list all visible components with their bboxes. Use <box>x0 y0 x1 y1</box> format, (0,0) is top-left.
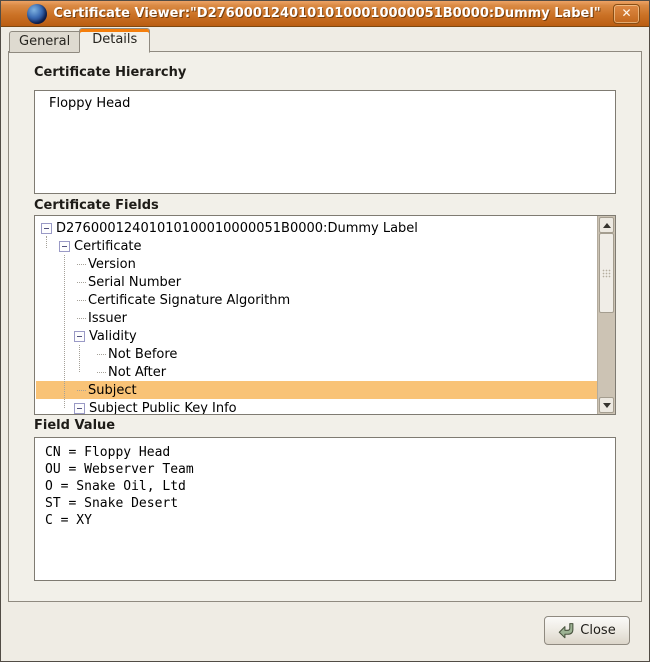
arrow-up-icon <box>603 223 611 228</box>
tree-row-label: Subject <box>88 383 137 398</box>
tree-row-issuer[interactable]: Issuer <box>36 309 597 327</box>
tree-row-label: D27600012401010100010000051B0000:Dummy L… <box>56 221 418 236</box>
tree-row-root[interactable]: D27600012401010100010000051B0000:Dummy L… <box>36 219 597 237</box>
thumb-grip-icon <box>602 269 611 278</box>
tree-scrollbar[interactable] <box>597 216 615 414</box>
tree-row-subject-public-key-info[interactable]: Subject Public Key Info <box>36 399 597 415</box>
tree-branch-line <box>77 282 86 283</box>
tree-branch-line <box>97 372 106 373</box>
field-value-line: OU = Webserver Team <box>45 461 615 478</box>
close-arrow-icon <box>558 622 575 639</box>
field-value-box: CN = Floppy Head OU = Webserver Team O =… <box>34 437 616 581</box>
tree-branch-line <box>77 318 86 319</box>
close-button-label: Close <box>580 623 615 638</box>
tree-branch-line <box>77 390 86 391</box>
tree-row-label: Subject Public Key Info <box>89 401 237 416</box>
scroll-up-button[interactable] <box>599 217 614 233</box>
certificate-hierarchy-label: Certificate Hierarchy <box>34 65 186 80</box>
titlebar[interactable]: Certificate Viewer:"D2760001240101010001… <box>1 1 649 27</box>
close-button[interactable]: Close <box>544 616 630 645</box>
certificate-fields-label: Certificate Fields <box>34 198 159 213</box>
tree-branch-line <box>77 300 86 301</box>
tab-general[interactable]: General <box>9 31 80 53</box>
window-title: Certificate Viewer:"D2760001240101010001… <box>47 6 607 21</box>
tree-row-serial-number[interactable]: Serial Number <box>36 273 597 291</box>
tree-row-label: Not Before <box>108 347 177 362</box>
arrow-down-icon <box>603 403 611 408</box>
tree-row-label: Issuer <box>88 311 127 326</box>
tree-branch-line <box>97 354 106 355</box>
tree-row-version[interactable]: Version <box>36 255 597 273</box>
field-value-line: ST = Snake Desert <box>45 495 615 512</box>
close-icon: ✕ <box>621 6 631 20</box>
tab-bar: General Details <box>1 27 649 52</box>
tree-row-cert-signature-algorithm[interactable]: Certificate Signature Algorithm <box>36 291 597 309</box>
hierarchy-item[interactable]: Floppy Head <box>49 96 615 111</box>
tree-content: D27600012401010100010000051B0000:Dummy L… <box>36 216 597 414</box>
collapse-expander-icon[interactable] <box>59 241 70 252</box>
tree-guide-line <box>79 345 80 372</box>
tree-branch-line <box>77 264 86 265</box>
scroll-down-button[interactable] <box>599 397 614 413</box>
field-value-line: O = Snake Oil, Ltd <box>45 478 615 495</box>
tree-row-label: Serial Number <box>88 275 181 290</box>
window-close-button[interactable]: ✕ <box>613 4 640 24</box>
field-value-line: C = XY <box>45 512 615 529</box>
certificate-viewer-window: Certificate Viewer:"D2760001240101010001… <box>0 0 650 662</box>
field-value-label: Field Value <box>34 418 115 433</box>
tree-guide-line <box>46 236 47 248</box>
tree-row-certificate[interactable]: Certificate <box>36 237 597 255</box>
collapse-expander-icon[interactable] <box>41 223 52 234</box>
tree-row-validity[interactable]: Validity <box>36 327 597 345</box>
tree-guide-line <box>64 255 65 408</box>
certificate-hierarchy-list[interactable]: Floppy Head <box>34 90 616 194</box>
details-panel: Certificate Hierarchy Floppy Head Certif… <box>8 51 642 602</box>
tree-row-label: Certificate <box>74 239 142 254</box>
tree-row-label: Validity <box>89 329 137 344</box>
tree-row-label: Not After <box>108 365 166 380</box>
collapse-expander-icon[interactable] <box>74 331 85 342</box>
tree-row-not-after[interactable]: Not After <box>36 363 597 381</box>
tree-row-not-before[interactable]: Not Before <box>36 345 597 363</box>
field-value-line: CN = Floppy Head <box>45 444 615 461</box>
globe-icon <box>27 4 47 24</box>
tree-row-subject[interactable]: Subject <box>36 381 597 399</box>
tab-details[interactable]: Details <box>79 28 150 53</box>
scrollbar-thumb[interactable] <box>599 233 614 313</box>
scrollbar-track[interactable] <box>599 233 614 397</box>
tree-row-label: Certificate Signature Algorithm <box>88 293 290 308</box>
tree-row-label: Version <box>88 257 136 272</box>
certificate-fields-tree[interactable]: D27600012401010100010000051B0000:Dummy L… <box>34 215 616 415</box>
collapse-expander-icon[interactable] <box>74 403 85 414</box>
